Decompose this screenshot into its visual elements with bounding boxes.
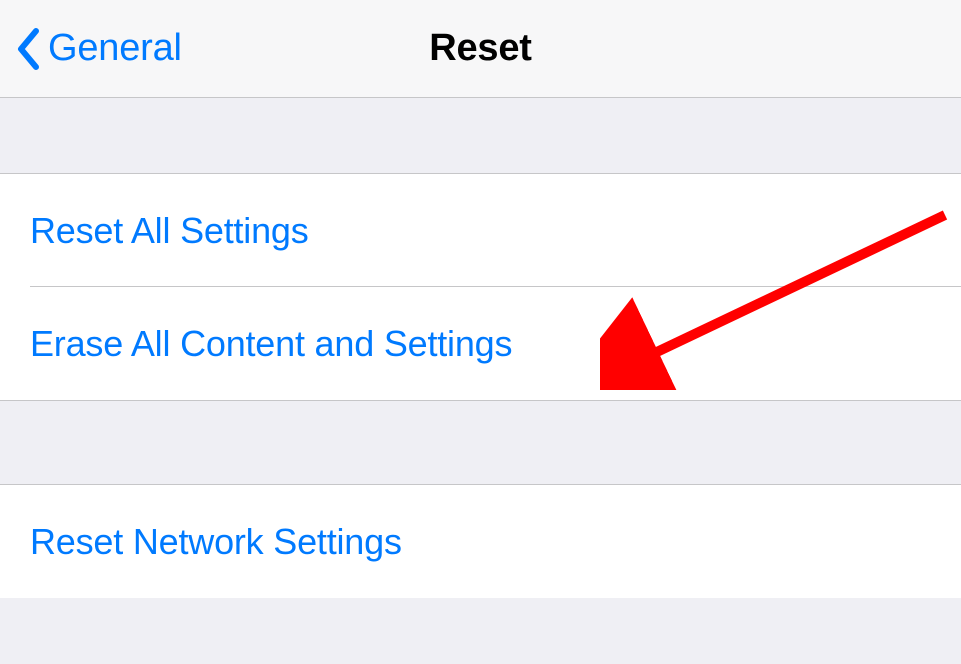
section-spacer [0, 401, 961, 485]
chevron-left-icon [14, 25, 42, 73]
reset-network-settings-cell[interactable]: Reset Network Settings [0, 485, 961, 598]
navigation-bar: General Reset [0, 0, 961, 98]
cell-label: Reset Network Settings [30, 521, 402, 563]
reset-all-settings-cell[interactable]: Reset All Settings [0, 174, 961, 287]
settings-group-1: Reset All Settings Erase All Content and… [0, 174, 961, 401]
erase-all-content-cell[interactable]: Erase All Content and Settings [0, 287, 961, 400]
settings-group-2: Reset Network Settings [0, 485, 961, 598]
page-title: Reset [429, 27, 532, 70]
cell-label: Reset All Settings [30, 210, 309, 252]
back-button[interactable]: General [0, 25, 182, 73]
cell-label: Erase All Content and Settings [30, 323, 512, 365]
section-spacer [0, 98, 961, 174]
back-label: General [48, 27, 182, 70]
